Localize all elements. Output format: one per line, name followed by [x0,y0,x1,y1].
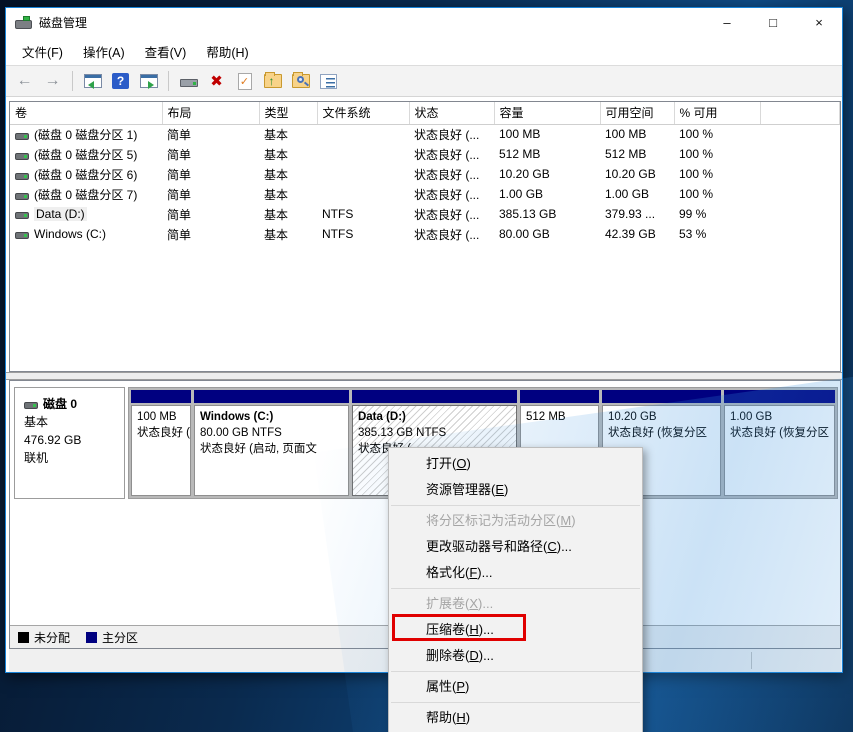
column-header-capacity[interactable]: 容量 [494,102,600,124]
drive-icon [180,75,198,87]
action-pane-icon [140,74,158,88]
volume-icon [15,170,29,180]
volume-context-menu: 打开(O) 资源管理器(E) 将分区标记为活动分区(M) 更改驱动器号和路径(C… [388,447,643,732]
disk-0-info-panel[interactable]: 磁盘 0 基本 476.92 GB 联机 [14,387,125,499]
menu-help[interactable]: 帮助(H) [196,38,258,65]
folder-up-icon: ↑ [264,74,282,88]
menu-file[interactable]: 文件(F) [12,38,73,65]
minimize-button[interactable]: – [704,8,750,37]
partition-color-band [194,390,349,403]
menu-separator [391,702,640,703]
menu-item-help[interactable]: 帮助(H) [389,705,642,731]
column-header-type[interactable]: 类型 [259,102,317,124]
delete-button[interactable]: ✖ [204,69,229,93]
show-action-pane-button[interactable] [136,69,161,93]
column-header-volume[interactable]: 卷 [10,102,162,124]
partition-100mb[interactable]: 100 MB 状态良好 ( [131,390,191,496]
menu-item-properties[interactable]: 属性(P) [389,674,642,700]
help-icon: ? [112,73,129,89]
window-title: 磁盘管理 [39,14,87,31]
column-header-status[interactable]: 状态 [409,102,494,124]
menu-separator [391,588,640,589]
menu-item-shrink-volume[interactable]: 压缩卷(H)... [389,617,642,643]
console-tree-icon [84,74,102,88]
volume-icon [15,229,29,239]
volume-icon [15,130,29,140]
partition-color-band [352,390,517,403]
maximize-button[interactable]: □ [750,8,796,37]
disk-type: 基本 [24,413,115,431]
forward-button[interactable]: → [40,69,65,93]
legend-unallocated: 未分配 [18,629,70,646]
column-header-free-space[interactable]: 可用空间 [600,102,674,124]
table-row[interactable]: (磁盘 0 磁盘分区 7) 简单 基本 状态良好 (... 1.00 GB 1.… [10,184,840,204]
disk-icon [24,399,38,409]
column-header-percent-free[interactable]: % 可用 [674,102,760,124]
table-row[interactable]: (磁盘 0 磁盘分区 6) 简单 基本 状态良好 (... 10.20 GB 1… [10,164,840,184]
help-button[interactable]: ? [108,69,133,93]
partition-windows-c[interactable]: Windows (C:) 80.00 GB NTFS 状态良好 (启动, 页面文 [194,390,349,496]
volume-icon [15,209,29,219]
task-list-icon [320,74,337,89]
folder-up-button[interactable]: ↑ [260,69,285,93]
column-header-filler [760,102,840,124]
back-icon: ← [17,72,33,90]
disk-management-app-icon [15,16,32,29]
menu-action[interactable]: 操作(A) [73,38,135,65]
menu-bar: 文件(F) 操作(A) 查看(V) 帮助(H) [6,37,842,65]
window-controls: – □ × [704,8,842,37]
volume-list-header: 卷 布局 类型 文件系统 状态 容量 可用空间 % 可用 [10,102,840,124]
delete-icon: ✖ [210,72,223,90]
table-row-data-d[interactable]: Data (D:) 简单 基本 NTFS 状态良好 (... 385.13 GB… [10,204,840,224]
table-row-windows-c[interactable]: Windows (C:) 简单 基本 NTFS 状态良好 (... 80.00 … [10,224,840,244]
volume-icon [15,150,29,160]
toolbar-separator [168,71,169,91]
drive-tool-button[interactable] [176,69,201,93]
toolbar-separator [72,71,73,91]
disk-size: 476.92 GB [24,431,115,449]
column-header-filesystem[interactable]: 文件系统 [317,102,409,124]
menu-item-open[interactable]: 打开(O) [389,451,642,477]
menu-item-delete-volume[interactable]: 删除卷(D)... [389,643,642,669]
pane-splitter[interactable] [6,372,842,380]
title-bar: 磁盘管理 – □ × [6,8,842,37]
forward-icon: → [45,72,61,90]
menu-item-change-drive-letter[interactable]: 更改驱动器号和路径(C)... [389,534,642,560]
table-row[interactable]: (磁盘 0 磁盘分区 1) 简单 基本 状态良好 (... 100 MB 100… [10,124,840,144]
partition-color-band [520,390,599,403]
back-button[interactable]: ← [12,69,37,93]
legend-primary-partition: 主分区 [86,629,138,646]
desktop-background: 磁盘管理 – □ × 文件(F) 操作(A) 查看(V) 帮助(H) ← → ?… [0,0,853,732]
close-button[interactable]: × [796,8,842,37]
primary-partition-swatch [86,632,97,643]
folder-search-button[interactable] [288,69,313,93]
check-document-icon: ✓ [238,73,252,90]
disk-name: 磁盘 0 [43,397,77,411]
table-row[interactable]: (磁盘 0 磁盘分区 5) 简单 基本 状态良好 (... 512 MB 512… [10,144,840,164]
menu-item-mark-partition-active: 将分区标记为活动分区(M) [389,508,642,534]
volume-list-pane: 卷 布局 类型 文件系统 状态 容量 可用空间 % 可用 (磁盘 0 磁盘分区 … [9,101,841,372]
partition-color-band [724,390,835,403]
menu-view[interactable]: 查看(V) [135,38,197,65]
menu-item-explorer[interactable]: 资源管理器(E) [389,477,642,503]
menu-item-format[interactable]: 格式化(F)... [389,560,642,586]
check-document-button[interactable]: ✓ [232,69,257,93]
menu-separator [391,505,640,506]
disk-status: 联机 [24,449,115,467]
menu-separator [391,671,640,672]
status-strip-divider [751,652,752,669]
partition-color-band [602,390,721,403]
show-console-tree-button[interactable] [80,69,105,93]
menu-item-extend-volume: 扩展卷(X)... [389,591,642,617]
task-list-button[interactable] [316,69,341,93]
partition-1gb-recovery[interactable]: 1.00 GB 状态良好 (恢复分区 [724,390,835,496]
folder-search-icon [292,74,310,88]
column-header-layout[interactable]: 布局 [162,102,259,124]
toolbar: ← → ? ✖ ✓ ↑ [6,65,842,97]
unallocated-swatch [18,632,29,643]
partition-color-band [131,390,191,403]
volume-icon [15,190,29,200]
